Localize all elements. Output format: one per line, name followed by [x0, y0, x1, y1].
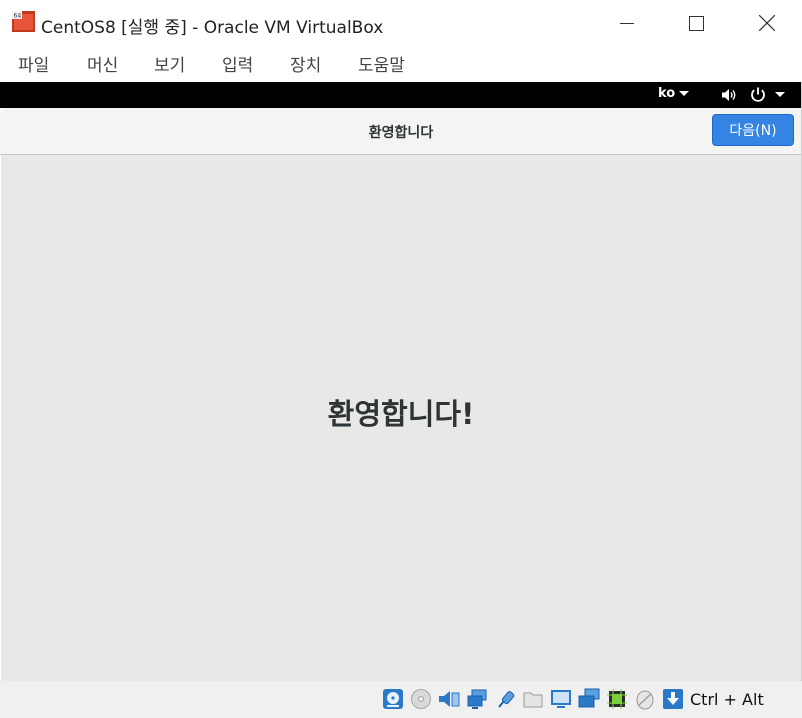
- menu-machine[interactable]: 머신: [85, 51, 120, 76]
- system-menu-chevron-icon[interactable]: [775, 92, 785, 97]
- vm-status-bar: Ctrl + Alt: [0, 681, 802, 718]
- language-menu[interactable]: ko: [658, 86, 690, 101]
- initial-setup-header: 환영합니다 다음(N): [0, 108, 802, 155]
- menu-devices[interactable]: 장치: [288, 51, 323, 76]
- host-key-label: Ctrl + Alt: [690, 690, 764, 709]
- virtualbox-icon: 64: [12, 11, 35, 32]
- chevron-down-icon: [679, 91, 690, 96]
- shared-folder-icon[interactable]: [522, 688, 544, 710]
- next-button[interactable]: 다음(N): [712, 114, 794, 146]
- power-icon[interactable]: [749, 86, 767, 104]
- menu-input[interactable]: 입력: [220, 51, 255, 76]
- window-titlebar[interactable]: 64 CentOS8 [실행 중] - Oracle VM VirtualBox: [0, 0, 802, 46]
- menu-help[interactable]: 도움말: [356, 51, 407, 76]
- usb-icon[interactable]: [494, 688, 516, 710]
- svg-text:64: 64: [14, 13, 22, 20]
- welcome-page: 환영합니다!: [1, 155, 801, 681]
- cpu-icon[interactable]: [606, 688, 628, 710]
- window-title: CentOS8 [실행 중] - Oracle VM VirtualBox: [41, 18, 384, 38]
- audio-icon[interactable]: [438, 688, 460, 710]
- keyboard-capture-icon[interactable]: [662, 688, 684, 710]
- welcome-heading: 환영합니다!: [327, 397, 475, 431]
- minimize-icon: [620, 23, 634, 24]
- maximize-button[interactable]: [661, 0, 731, 46]
- language-label: ko: [658, 86, 676, 101]
- menu-view[interactable]: 보기: [152, 51, 187, 76]
- video-capture-icon[interactable]: [578, 688, 600, 710]
- minimize-button[interactable]: [592, 0, 662, 46]
- guest-top-bar: ko: [0, 82, 802, 108]
- mouse-integration-icon[interactable]: [634, 688, 656, 710]
- menu-file[interactable]: 파일: [16, 51, 51, 76]
- optical-drive-icon[interactable]: [410, 688, 432, 710]
- close-button[interactable]: [732, 0, 802, 46]
- network-icon[interactable]: [466, 688, 488, 710]
- header-title: 환영합니다: [368, 125, 434, 141]
- display-icon[interactable]: [550, 688, 572, 710]
- close-icon: [759, 15, 775, 31]
- maximize-icon: [688, 15, 704, 31]
- volume-icon[interactable]: [721, 87, 738, 103]
- menu-bar: 파일 머신 보기 입력 장치 도움말: [0, 46, 802, 82]
- hard-disk-icon[interactable]: [382, 688, 404, 710]
